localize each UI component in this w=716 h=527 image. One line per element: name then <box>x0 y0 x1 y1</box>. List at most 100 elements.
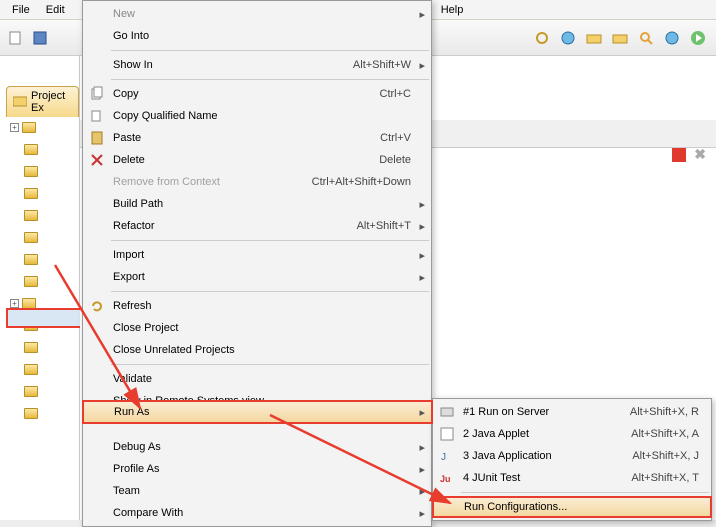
sidebar: Project Ex + + <box>0 56 80 520</box>
ctx-import[interactable]: Import <box>83 244 431 266</box>
refresh-toolbar-icon[interactable] <box>534 30 550 46</box>
ctx-run-as-label: Run As <box>114 406 149 418</box>
tab-project-explorer[interactable]: Project Ex <box>6 86 79 117</box>
sub-java-app[interactable]: J 3 Java ApplicationAlt+Shift+X, J <box>433 445 711 467</box>
delete-icon <box>89 152 105 168</box>
ctx-remove-ctx-label: Remove from Context <box>113 176 220 188</box>
ctx-new-label: New <box>113 8 135 20</box>
folder-icon <box>24 386 38 397</box>
tree-item[interactable] <box>10 358 80 380</box>
tree: + + <box>10 116 80 424</box>
ctx-close-proj-label: Close Project <box>113 322 178 334</box>
ctx-team[interactable]: Team <box>83 480 431 502</box>
ctx-go-into-label: Go Into <box>113 30 149 42</box>
search-toolbar-icon[interactable] <box>638 30 654 46</box>
ctx-show-in-label: Show In <box>113 59 153 71</box>
ctx-delete[interactable]: Delete Delete <box>83 149 431 171</box>
ctx-close-project[interactable]: Close Project <box>83 317 431 339</box>
tree-item[interactable] <box>10 182 80 204</box>
ctx-copy[interactable]: CopyCtrl+C <box>83 83 431 105</box>
folder-icon <box>13 95 27 110</box>
ctx-build-path[interactable]: Build Path <box>83 193 431 215</box>
ctx-export[interactable]: Export <box>83 266 431 288</box>
sub-java-applet[interactable]: 2 Java AppletAlt+Shift+X, A <box>433 423 711 445</box>
shortcut: Ctrl+V <box>380 132 411 144</box>
svg-text:Ju: Ju <box>440 474 451 484</box>
tree-item[interactable] <box>10 270 80 292</box>
remove-icon[interactable]: ✖ <box>694 146 706 163</box>
folder-icon <box>24 144 38 155</box>
tree-item[interactable] <box>10 138 80 160</box>
tree-item[interactable] <box>10 160 80 182</box>
ctx-copy-qn-label: Copy Qualified Name <box>113 110 218 122</box>
sub-java-app-label: 3 Java Application <box>463 450 552 462</box>
tree-item[interactable] <box>10 336 80 358</box>
tree-item[interactable] <box>10 204 80 226</box>
ctx-export-label: Export <box>113 271 145 283</box>
ctx-copy-qualified[interactable]: Copy Qualified Name <box>83 105 431 127</box>
open-folder-icon[interactable] <box>586 30 602 46</box>
ctx-show-in[interactable]: Show In Alt+Shift+W <box>83 54 431 76</box>
ctx-paste-label: Paste <box>113 132 141 144</box>
menu-file[interactable]: File <box>4 2 38 18</box>
globe-toolbar-icon-2[interactable] <box>664 30 680 46</box>
shortcut: Alt+Shift+W <box>353 59 411 71</box>
shortcut: Alt+Shift+X, R <box>630 406 699 418</box>
folder-icon <box>24 166 38 177</box>
ctx-profile-as[interactable]: Profile As <box>83 458 431 480</box>
menu-help[interactable]: Help <box>433 2 472 18</box>
ctx-debug-as-label: Debug As <box>113 441 161 453</box>
sub-run-server[interactable]: # 1 Run on ServerAlt+Shift+X, R <box>433 401 711 423</box>
expander-icon[interactable]: + <box>10 123 19 132</box>
terminate-icon[interactable] <box>672 148 686 162</box>
shortcut: Alt+Shift+X, T <box>631 472 699 484</box>
ctx-import-label: Import <box>113 249 144 261</box>
ctx-validate[interactable]: Validate <box>83 368 431 390</box>
separator <box>111 50 429 51</box>
ctx-compare-with-label: Compare With <box>113 507 183 519</box>
ctx-team-label: Team <box>113 485 140 497</box>
ctx-go-into[interactable]: Go Into <box>83 25 431 47</box>
ctx-copy-label: Copy <box>113 88 139 100</box>
context-menu: New Go Into Show InAlt+Shift+W CopyCtrl+… <box>82 0 432 527</box>
shortcut: Alt+Shift+X, A <box>631 428 699 440</box>
separator <box>111 364 429 365</box>
sub-run-config-label: Run Configurations... <box>464 501 567 513</box>
shortcut: Delete <box>379 154 411 166</box>
ctx-close-unrelated[interactable]: Close Unrelated Projects <box>83 339 431 361</box>
expander-icon[interactable]: + <box>10 299 19 308</box>
project-explorer-label: Project Ex <box>31 90 72 114</box>
ctx-compare-with[interactable]: Compare With <box>83 502 431 524</box>
shortcut: Alt+Shift+T <box>357 220 411 232</box>
folder-icon <box>24 254 38 265</box>
tree-item[interactable] <box>10 226 80 248</box>
save-toolbar-icon[interactable] <box>32 30 48 46</box>
sub-run-server-label: 1 Run on Server <box>469 406 549 418</box>
menu-edit[interactable]: Edit <box>38 2 73 18</box>
server-icon <box>439 404 455 420</box>
ctx-paste[interactable]: Paste Ctrl+V <box>83 127 431 149</box>
ctx-new[interactable]: New <box>83 3 431 25</box>
ctx-run-as[interactable]: Run As <box>82 400 433 424</box>
refresh-icon <box>89 298 105 314</box>
ctx-debug-as[interactable]: Debug As <box>83 436 431 458</box>
sub-run-configurations[interactable]: Run Configurations... <box>432 496 712 518</box>
tree-item[interactable]: + <box>10 116 80 138</box>
open-folder-icon-2[interactable] <box>612 30 628 46</box>
tree-item[interactable] <box>10 402 80 424</box>
ctx-delete-label: Delete <box>113 154 145 166</box>
selected-tree-row-highlight <box>6 308 84 328</box>
ctx-close-unrel-label: Close Unrelated Projects <box>113 344 235 356</box>
globe-toolbar-icon[interactable] <box>560 30 576 46</box>
new-toolbar-icon[interactable] <box>8 30 24 46</box>
ctx-remove-context: Remove from ContextCtrl+Alt+Shift+Down <box>83 171 431 193</box>
sub-junit[interactable]: Ju 4 JUnit Test Alt+Shift+X, T <box>433 467 711 489</box>
ctx-refactor[interactable]: RefactorAlt+Shift+T <box>83 215 431 237</box>
sub-junit-label: 4 JUnit Test <box>463 472 520 484</box>
run-toolbar-icon[interactable] <box>690 30 706 46</box>
tree-item[interactable] <box>10 380 80 402</box>
ctx-refresh[interactable]: Refresh <box>83 295 431 317</box>
tree-item[interactable] <box>10 248 80 270</box>
separator <box>111 79 429 80</box>
folder-icon <box>24 188 38 199</box>
